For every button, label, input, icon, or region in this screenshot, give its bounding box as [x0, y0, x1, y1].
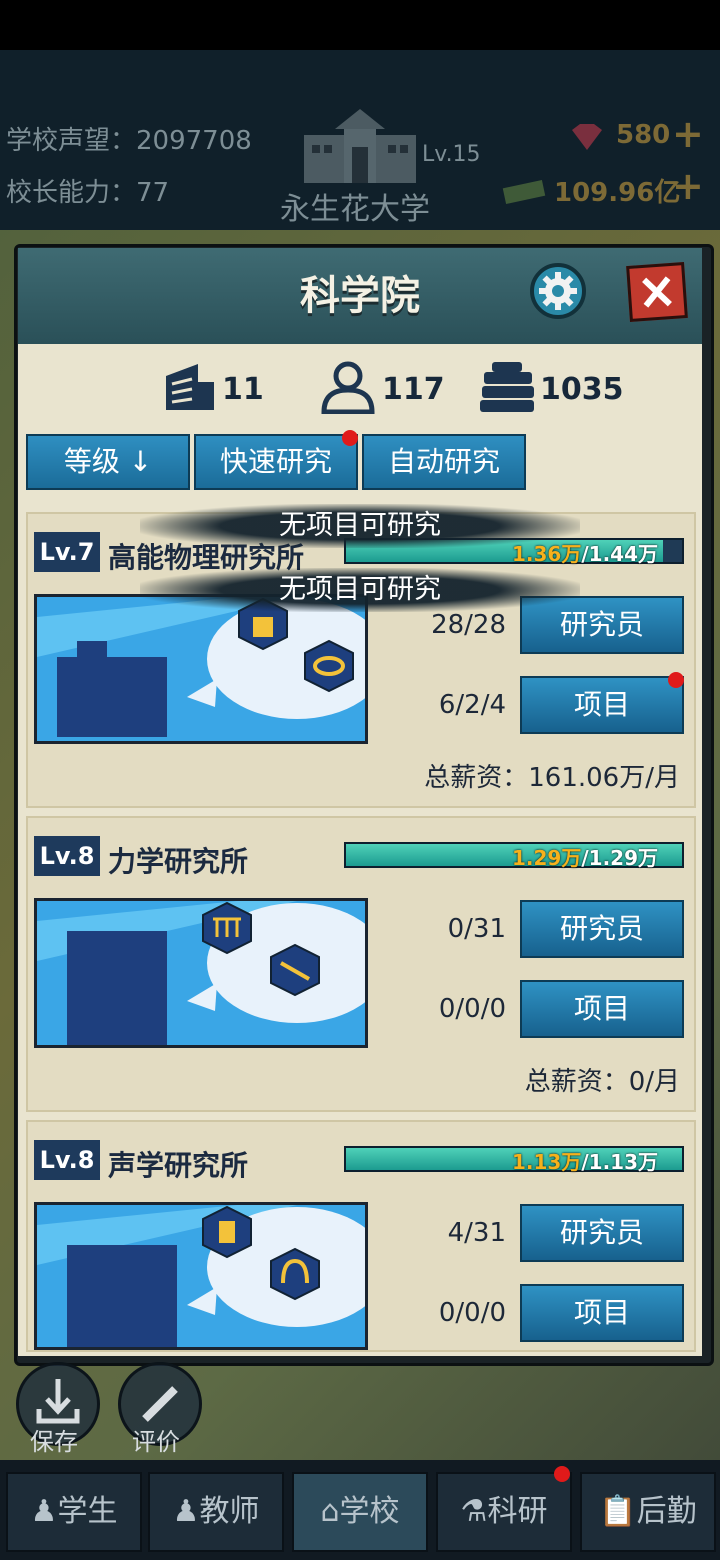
researchers-button[interactable]: 研究员: [520, 900, 684, 958]
progress-current: 1.29万: [512, 846, 582, 870]
toast-message: 无项目可研究: [140, 568, 580, 612]
cash-icon: [502, 180, 546, 204]
satellite-orbit-illustration: [37, 597, 387, 741]
close-button[interactable]: [626, 262, 688, 322]
settings-button[interactable]: [530, 263, 586, 319]
school-icon: ⌂: [320, 1494, 340, 1529]
school-name: 永生花大学: [280, 192, 430, 227]
projects-button[interactable]: 项目: [520, 676, 684, 734]
sort-level-button[interactable]: 等级 ↓: [26, 434, 190, 490]
researcher-count: 4/31: [447, 1218, 506, 1248]
tab-label: 科研: [487, 1494, 548, 1529]
money-count: 109.96亿: [554, 178, 681, 208]
project-count: 0/0/0: [438, 994, 506, 1024]
researcher-count: 28/28: [431, 610, 506, 640]
add-money-button[interactable]: +: [672, 164, 704, 208]
researchers-button[interactable]: 研究员: [520, 1204, 684, 1262]
researcher-count: 0/31: [447, 914, 506, 944]
panel-title: 科学院: [300, 273, 420, 319]
progress-max: /1.13万: [581, 1150, 659, 1174]
progress-max: /1.44万: [581, 542, 659, 566]
pendulum-illustration: [37, 901, 387, 1045]
gear-icon: [539, 272, 577, 310]
notification-dot: [342, 430, 358, 446]
institute-level: Lv.7: [34, 532, 100, 572]
buildings-icon: [166, 364, 214, 410]
buildings-count: 11: [222, 372, 264, 407]
project-count: 0/0/0: [438, 1298, 506, 1328]
student-icon: ♟: [30, 1494, 58, 1529]
institute-illustration: [34, 898, 387, 1048]
gems-count: 580: [616, 120, 671, 150]
auto-research-button[interactable]: 自动研究: [362, 434, 526, 490]
quick-research-button[interactable]: 快速研究: [194, 434, 358, 490]
progress-text: 1.13万/1.13万: [512, 1146, 658, 1175]
notification-dot: [668, 672, 684, 688]
tab-logistics[interactable]: 📋后勤: [580, 1472, 716, 1552]
projects-button[interactable]: 项目: [520, 1284, 684, 1342]
books-icon: [480, 362, 534, 412]
teacher-icon: ♟: [172, 1494, 200, 1529]
institute-name: 力学研究所: [108, 845, 249, 878]
review-label: 评价: [132, 1428, 180, 1456]
books-count: 1035: [540, 372, 624, 407]
institute-name: 声学研究所: [108, 1149, 249, 1182]
speaker-headphones-illustration: [37, 1205, 387, 1347]
tab-label: 学校: [339, 1494, 400, 1529]
reputation-label: 学校声望：2097708: [6, 126, 252, 156]
tab-label: 后勤: [636, 1494, 697, 1529]
clipboard-icon: 📋: [599, 1494, 637, 1529]
ability-label: 校长能力：77: [6, 178, 170, 208]
tab-label: 教师: [199, 1494, 260, 1529]
close-icon: [642, 276, 672, 308]
progress-current: 1.13万: [512, 1150, 582, 1174]
researchers-count: 117: [382, 372, 445, 407]
progress-text: 1.29万/1.29万: [512, 842, 658, 871]
institute-level: Lv.8: [34, 1140, 100, 1180]
institute-level: Lv.8: [34, 836, 100, 876]
school-level: Lv.15: [422, 142, 481, 167]
school-building-icon: [304, 109, 416, 183]
institute-illustration: [34, 594, 387, 744]
tab-students[interactable]: ♟学生: [6, 1472, 142, 1552]
tab-label: 学生: [57, 1494, 118, 1529]
school-header: 学校声望：2097708 校长能力：77 Lv.15 永生花大学 580 + 1…: [0, 50, 720, 230]
gem-icon: [572, 124, 602, 150]
institute-illustration: [34, 1202, 387, 1350]
project-count: 6/2/4: [438, 690, 506, 720]
researchers-icon: [321, 361, 375, 414]
add-gems-button[interactable]: +: [672, 112, 704, 156]
progress-max: /1.29万: [581, 846, 659, 870]
flask-icon: ⚗: [460, 1494, 488, 1529]
notification-dot: [554, 1466, 570, 1482]
tab-teachers[interactable]: ♟教师: [148, 1472, 284, 1552]
projects-button[interactable]: 项目: [520, 980, 684, 1038]
status-bar: [0, 0, 720, 50]
tab-research[interactable]: ⚗科研: [436, 1472, 572, 1552]
toast-message: 无项目可研究: [140, 504, 580, 548]
tab-school[interactable]: ⌂学校: [292, 1472, 428, 1552]
save-label: 保存: [30, 1428, 78, 1456]
total-salary: 总薪资：161.06万/月: [424, 763, 680, 793]
total-salary: 总薪资：0/月: [524, 1067, 680, 1097]
